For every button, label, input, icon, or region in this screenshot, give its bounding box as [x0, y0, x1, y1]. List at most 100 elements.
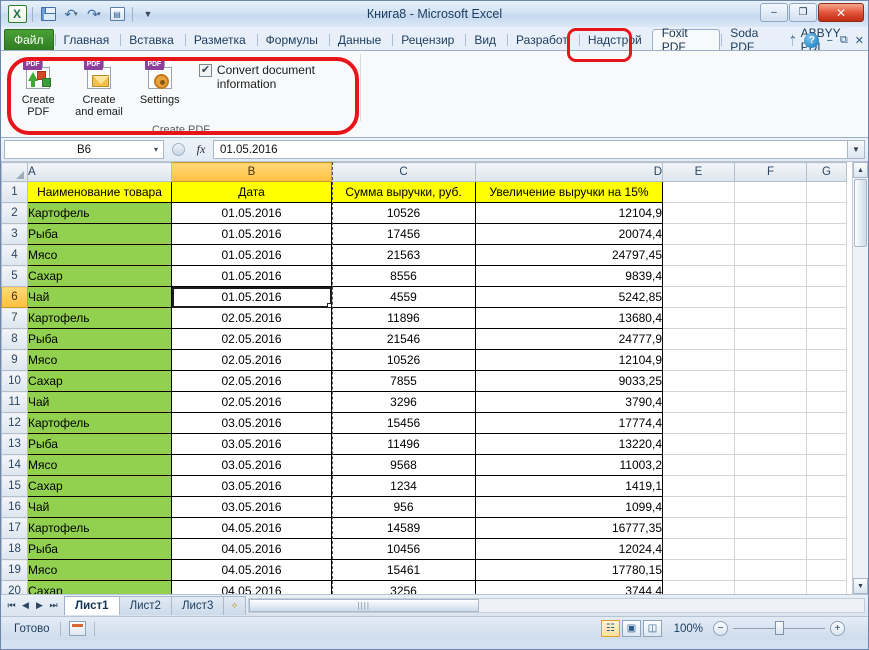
cell-A9[interactable]: Мясо — [28, 350, 172, 371]
page-layout-view-button[interactable]: ▣ — [622, 620, 641, 637]
settings-button[interactable]: PDF Settings — [133, 57, 187, 106]
create-pdf-button[interactable]: PDF Create PDF — [11, 57, 65, 118]
cell-B4[interactable]: 01.05.2016 — [172, 245, 332, 266]
cell-G11[interactable] — [807, 392, 847, 413]
cell-E2[interactable] — [663, 203, 735, 224]
ribbon-tab-soda-pdf[interactable]: Soda PDF — [720, 29, 790, 50]
cell-B20[interactable]: 04.05.2016 — [172, 581, 332, 595]
sheet-tab-list2[interactable]: Лист2 — [119, 596, 172, 615]
column-header-d[interactable]: D — [476, 163, 663, 182]
cell-E9[interactable] — [663, 350, 735, 371]
column-header-c[interactable]: C — [332, 163, 476, 182]
cell-G17[interactable] — [807, 518, 847, 539]
cell-G7[interactable] — [807, 308, 847, 329]
cell-C7[interactable]: 11896 — [332, 308, 476, 329]
cell-C11[interactable]: 3296 — [332, 392, 476, 413]
cell-A11[interactable]: Чай — [28, 392, 172, 413]
help-icon[interactable]: ? — [804, 33, 819, 48]
cell-A3[interactable]: Рыба — [28, 224, 172, 245]
formula-bar-buttons[interactable] — [167, 140, 189, 159]
cell-B5[interactable]: 01.05.2016 — [172, 266, 332, 287]
column-header-a[interactable]: A — [28, 163, 172, 182]
cell-C6[interactable]: 4559 — [332, 287, 476, 308]
cell-A2[interactable]: Картофель — [28, 203, 172, 224]
row-header-10[interactable]: 10 — [2, 371, 28, 392]
horizontal-scroll-thumb[interactable]: |||| — [249, 599, 479, 612]
row-header-14[interactable]: 14 — [2, 455, 28, 476]
cell-C10[interactable]: 7855 — [332, 371, 476, 392]
cell-B14[interactable]: 03.05.2016 — [172, 455, 332, 476]
cell-G3[interactable] — [807, 224, 847, 245]
customize-qat-icon[interactable]: ▼ — [138, 4, 158, 24]
window-mode-icon[interactable]: ⧉ — [840, 34, 848, 47]
cell-E16[interactable] — [663, 497, 735, 518]
cell-F16[interactable] — [735, 497, 807, 518]
cell-F12[interactable] — [735, 413, 807, 434]
restore-window-icon[interactable]: − — [826, 35, 832, 47]
cell-D9[interactable]: 12104,9 — [476, 350, 663, 371]
minimize-button[interactable]: – — [760, 3, 788, 22]
cell-F18[interactable] — [735, 539, 807, 560]
row-header-13[interactable]: 13 — [2, 434, 28, 455]
cell-A8[interactable]: Рыба — [28, 329, 172, 350]
ribbon-tab-data[interactable]: Данные — [328, 29, 391, 50]
row-header-12[interactable]: 12 — [2, 413, 28, 434]
cell-D17[interactable]: 16777,35 — [476, 518, 663, 539]
cell-B19[interactable]: 04.05.2016 — [172, 560, 332, 581]
cell-D8[interactable]: 24777,9 — [476, 329, 663, 350]
cell-F2[interactable] — [735, 203, 807, 224]
cell-B17[interactable]: 04.05.2016 — [172, 518, 332, 539]
cell-F15[interactable] — [735, 476, 807, 497]
cell-B3[interactable]: 01.05.2016 — [172, 224, 332, 245]
prev-sheet-icon[interactable]: ◀ — [19, 600, 32, 611]
macro-record-icon[interactable] — [69, 621, 86, 636]
cell-B12[interactable]: 03.05.2016 — [172, 413, 332, 434]
cell-B18[interactable]: 04.05.2016 — [172, 539, 332, 560]
cell-A15[interactable]: Сахар — [28, 476, 172, 497]
formula-input[interactable]: 01.05.2016 — [213, 140, 848, 159]
cell-C17[interactable]: 14589 — [332, 518, 476, 539]
cell-C16[interactable]: 956 — [332, 497, 476, 518]
cell-A16[interactable]: Чай — [28, 497, 172, 518]
expand-formula-bar-icon[interactable]: ▼ — [848, 140, 865, 159]
cell-G15[interactable] — [807, 476, 847, 497]
cell-D18[interactable]: 12024,4 — [476, 539, 663, 560]
row-header-18[interactable]: 18 — [2, 539, 28, 560]
cell-D1[interactable]: Увеличение выручки на 15% — [476, 182, 663, 203]
cell-D12[interactable]: 17774,4 — [476, 413, 663, 434]
vertical-scroll-track[interactable] — [853, 248, 868, 578]
cell-C2[interactable]: 10526 — [332, 203, 476, 224]
spreadsheet-grid[interactable]: A B C D E F G 1Наименование товараДатаСу… — [1, 162, 852, 594]
cell-F5[interactable] — [735, 266, 807, 287]
cell-B9[interactable]: 02.05.2016 — [172, 350, 332, 371]
cell-A7[interactable]: Картофель — [28, 308, 172, 329]
cell-B7[interactable]: 02.05.2016 — [172, 308, 332, 329]
cell-A5[interactable]: Сахар — [28, 266, 172, 287]
zoom-in-button[interactable]: + — [830, 621, 845, 636]
resize-grip-icon[interactable] — [851, 623, 863, 635]
name-box-caret-icon[interactable]: ▾ — [154, 145, 158, 154]
column-header-e[interactable]: E — [663, 163, 735, 182]
close-workbook-icon[interactable]: ✕ — [855, 34, 864, 47]
cell-D5[interactable]: 9839,4 — [476, 266, 663, 287]
cell-F1[interactable] — [735, 182, 807, 203]
excel-logo-icon[interactable]: X — [7, 4, 27, 24]
cell-B10[interactable]: 02.05.2016 — [172, 371, 332, 392]
cell-F9[interactable] — [735, 350, 807, 371]
close-button[interactable]: ✕ — [818, 3, 864, 22]
cell-D19[interactable]: 17780,15 — [476, 560, 663, 581]
cell-D6[interactable]: 5242,85 — [476, 287, 663, 308]
cell-F10[interactable] — [735, 371, 807, 392]
cell-B13[interactable]: 03.05.2016 — [172, 434, 332, 455]
cell-C12[interactable]: 15456 — [332, 413, 476, 434]
row-header-15[interactable]: 15 — [2, 476, 28, 497]
cell-E11[interactable] — [663, 392, 735, 413]
cell-A14[interactable]: Мясо — [28, 455, 172, 476]
cell-A10[interactable]: Сахар — [28, 371, 172, 392]
cell-F8[interactable] — [735, 329, 807, 350]
cell-D13[interactable]: 13220,4 — [476, 434, 663, 455]
cell-E1[interactable] — [663, 182, 735, 203]
cell-G13[interactable] — [807, 434, 847, 455]
cell-E8[interactable] — [663, 329, 735, 350]
ribbon-tab-review[interactable]: Рецензир — [391, 29, 464, 50]
